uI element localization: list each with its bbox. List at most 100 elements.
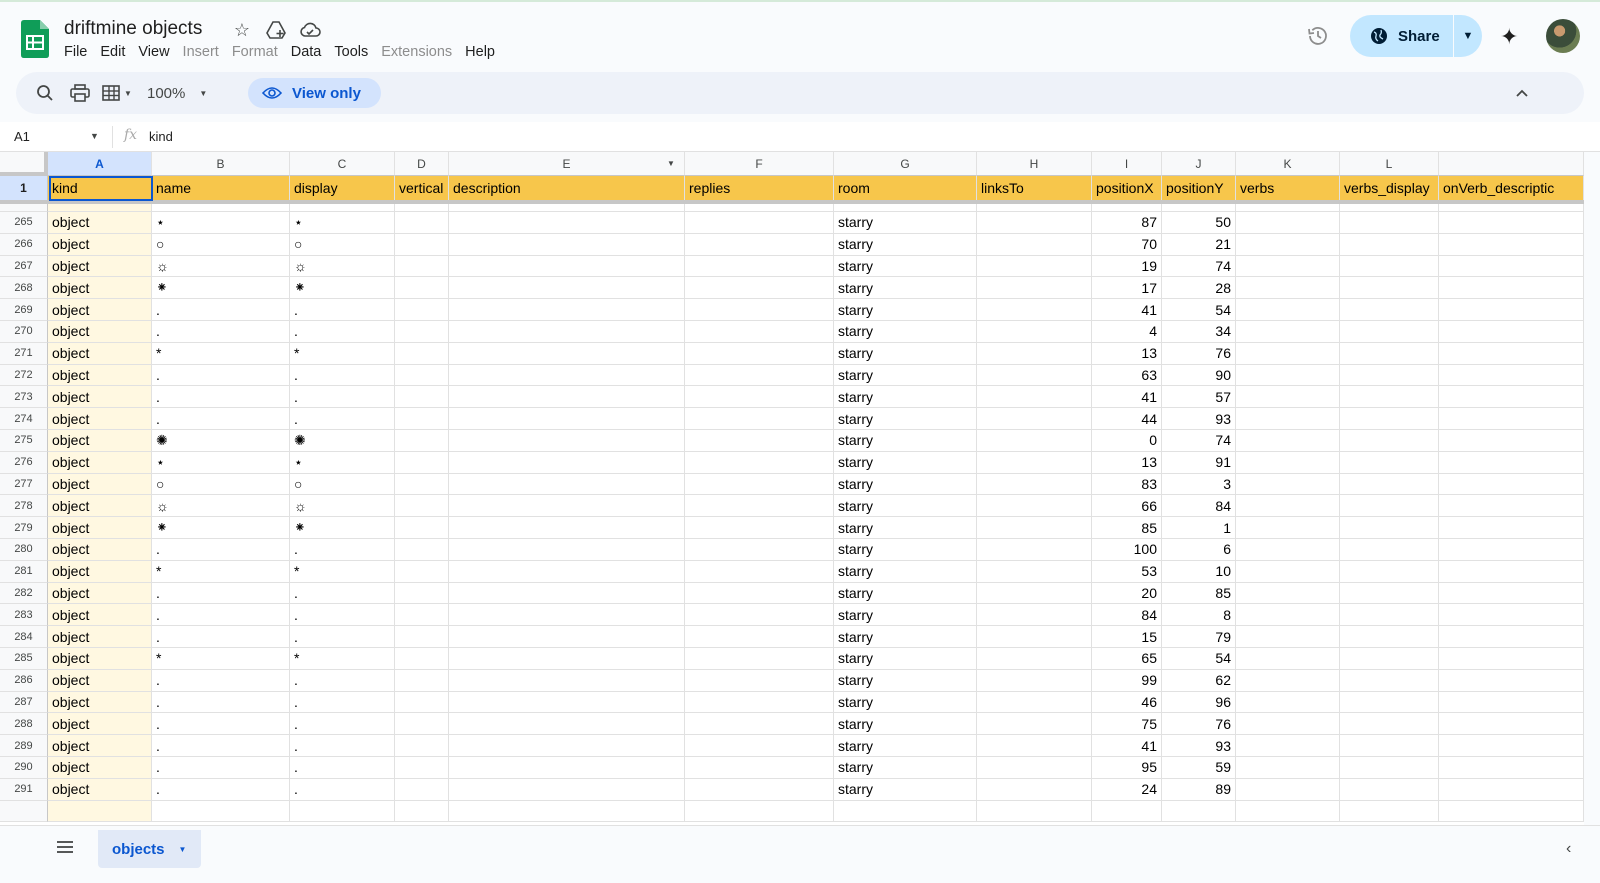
table-cell[interactable]	[395, 473, 449, 496]
column-header-f[interactable]: F	[685, 152, 834, 176]
table-cell[interactable]	[977, 473, 1092, 496]
table-cell[interactable]: 41	[1092, 386, 1162, 409]
table-cell[interactable]	[449, 517, 685, 539]
table-cell[interactable]	[977, 212, 1092, 234]
table-cell[interactable]	[1439, 691, 1584, 714]
table-cell[interactable]: .	[290, 321, 395, 343]
table-cell[interactable]	[977, 321, 1092, 343]
table-cell[interactable]: ○	[152, 473, 290, 496]
table-cell[interactable]	[977, 560, 1092, 583]
table-cell[interactable]: 79	[1162, 626, 1236, 648]
row-header[interactable]: 270	[0, 321, 48, 343]
table-cell[interactable]	[1439, 626, 1584, 648]
table-cell[interactable]: 19	[1092, 255, 1162, 278]
table-cell[interactable]: starry	[834, 778, 977, 801]
table-cell[interactable]: .	[290, 386, 395, 409]
table-cell[interactable]	[977, 386, 1092, 409]
table-cell[interactable]	[449, 299, 685, 321]
table-cell[interactable]: object	[48, 560, 152, 583]
table-cell[interactable]	[1236, 582, 1340, 605]
table-cell[interactable]	[1236, 408, 1340, 430]
column-header-b[interactable]: B	[152, 152, 290, 176]
table-cell[interactable]	[685, 495, 834, 518]
table-cell[interactable]: 89	[1162, 778, 1236, 801]
table-cell[interactable]: .	[290, 539, 395, 561]
table-cell[interactable]: ☼	[152, 495, 290, 518]
table-cell[interactable]: .	[152, 778, 290, 801]
table-cell[interactable]	[449, 626, 685, 648]
table-cell[interactable]	[48, 800, 152, 823]
table-cell[interactable]	[1236, 539, 1340, 561]
table-cell[interactable]: .	[290, 299, 395, 321]
table-cell[interactable]: .	[152, 364, 290, 387]
table-cell[interactable]: .	[290, 626, 395, 648]
table-cell[interactable]	[1439, 212, 1584, 234]
table-cell[interactable]	[1340, 669, 1439, 692]
row-header[interactable]: 290	[0, 757, 48, 779]
table-cell[interactable]: 13	[1092, 451, 1162, 474]
table-cell[interactable]: 13	[1092, 342, 1162, 365]
table-cell[interactable]: 76	[1162, 342, 1236, 365]
table-cell[interactable]	[685, 539, 834, 561]
table-cell[interactable]	[1340, 408, 1439, 430]
table-cell[interactable]	[1236, 735, 1340, 757]
table-cell[interactable]	[1340, 299, 1439, 321]
table-cell[interactable]: 90	[1162, 364, 1236, 387]
table-cell[interactable]: object	[48, 517, 152, 539]
table-cell[interactable]: object	[48, 648, 152, 670]
table-cell[interactable]	[1439, 757, 1584, 779]
table-cell[interactable]	[685, 648, 834, 670]
table-cell[interactable]	[1439, 560, 1584, 583]
table-cell[interactable]: 46	[1092, 691, 1162, 714]
table-cell[interactable]: 63	[1092, 364, 1162, 387]
table-cell[interactable]	[449, 669, 685, 692]
table-cell[interactable]	[1340, 364, 1439, 387]
table-cell[interactable]	[685, 342, 834, 365]
table-cell[interactable]: object	[48, 778, 152, 801]
table-cell[interactable]: 10	[1162, 560, 1236, 583]
table-cell[interactable]: starry	[834, 277, 977, 300]
table-cell[interactable]	[1236, 517, 1340, 539]
table-cell[interactable]: 66	[1092, 495, 1162, 518]
table-cell[interactable]	[1439, 342, 1584, 365]
table-cell[interactable]	[1340, 430, 1439, 452]
table-cell[interactable]	[395, 778, 449, 801]
table-cell[interactable]: object	[48, 757, 152, 779]
table-cell[interactable]	[449, 604, 685, 627]
table-cell[interactable]: object	[48, 604, 152, 627]
table-cell[interactable]	[1236, 669, 1340, 692]
table-cell[interactable]	[977, 735, 1092, 757]
column-header-e[interactable]: E	[449, 152, 685, 176]
table-cell[interactable]	[685, 778, 834, 801]
chevron-left-icon[interactable]: ‹	[1566, 840, 1571, 858]
table-cell[interactable]: starry	[834, 691, 977, 714]
table-cell[interactable]: ⋆	[152, 212, 290, 234]
table-cell[interactable]	[395, 800, 449, 823]
table-cell[interactable]	[685, 233, 834, 256]
row-header[interactable]: 287	[0, 691, 48, 714]
table-cell[interactable]	[1439, 713, 1584, 736]
name-box[interactable]: A1	[14, 129, 30, 144]
table-cell[interactable]	[977, 626, 1092, 648]
table-cell[interactable]	[152, 800, 290, 823]
table-cell[interactable]: .	[290, 778, 395, 801]
table-cell[interactable]: *	[152, 648, 290, 670]
table-format-button[interactable]: ▼	[102, 72, 132, 114]
menu-view[interactable]: View	[138, 44, 175, 60]
table-cell[interactable]	[977, 800, 1092, 823]
table-cell[interactable]	[449, 713, 685, 736]
table-cell[interactable]	[449, 691, 685, 714]
table-cell[interactable]	[1439, 604, 1584, 627]
table-cell[interactable]	[395, 582, 449, 605]
table-cell[interactable]	[449, 648, 685, 670]
table-cell[interactable]	[1236, 713, 1340, 736]
table-cell[interactable]: 4	[1092, 321, 1162, 343]
table-cell[interactable]: object	[48, 386, 152, 409]
table-cell[interactable]: ⋆	[290, 451, 395, 474]
table-cell[interactable]	[685, 451, 834, 474]
collapse-menus-button[interactable]	[1516, 72, 1528, 114]
table-cell[interactable]	[1340, 582, 1439, 605]
header-cell-verbs_display[interactable]: verbs_display	[1340, 176, 1439, 201]
table-cell[interactable]: 53	[1092, 560, 1162, 583]
table-cell[interactable]: .	[152, 408, 290, 430]
